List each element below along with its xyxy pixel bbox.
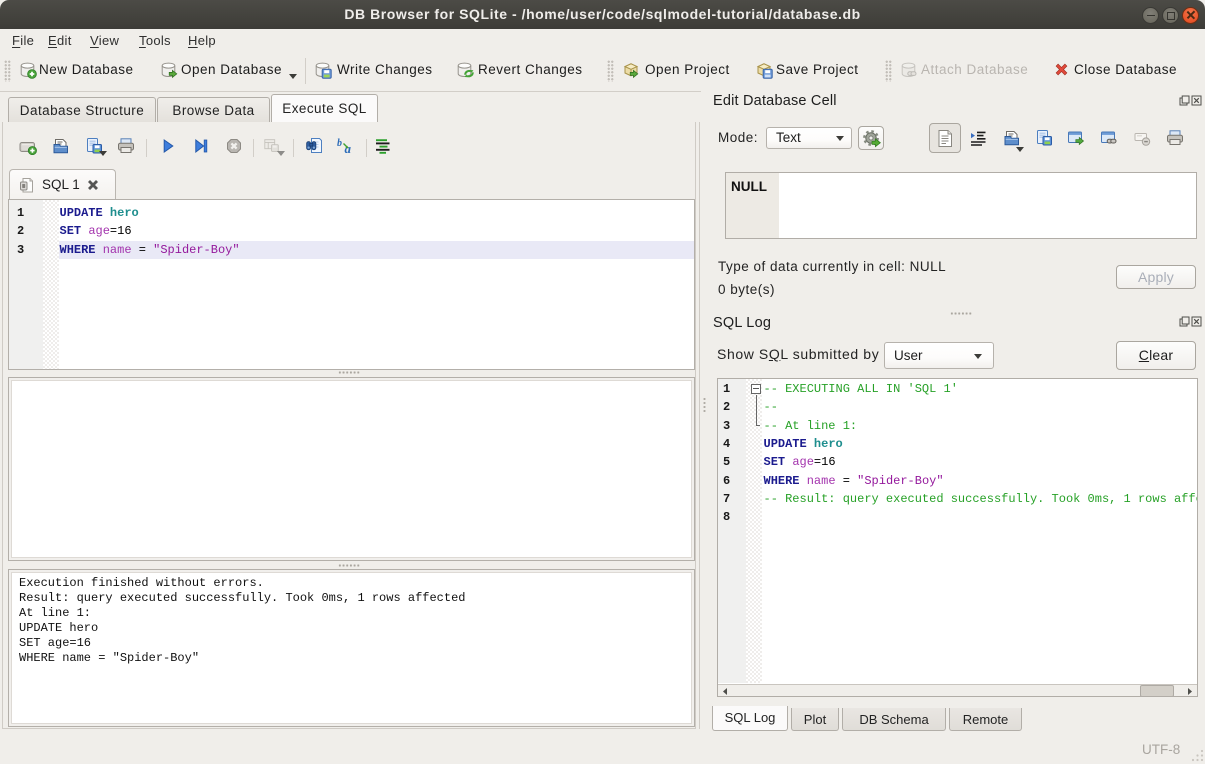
svg-text:b: b — [337, 138, 342, 149]
